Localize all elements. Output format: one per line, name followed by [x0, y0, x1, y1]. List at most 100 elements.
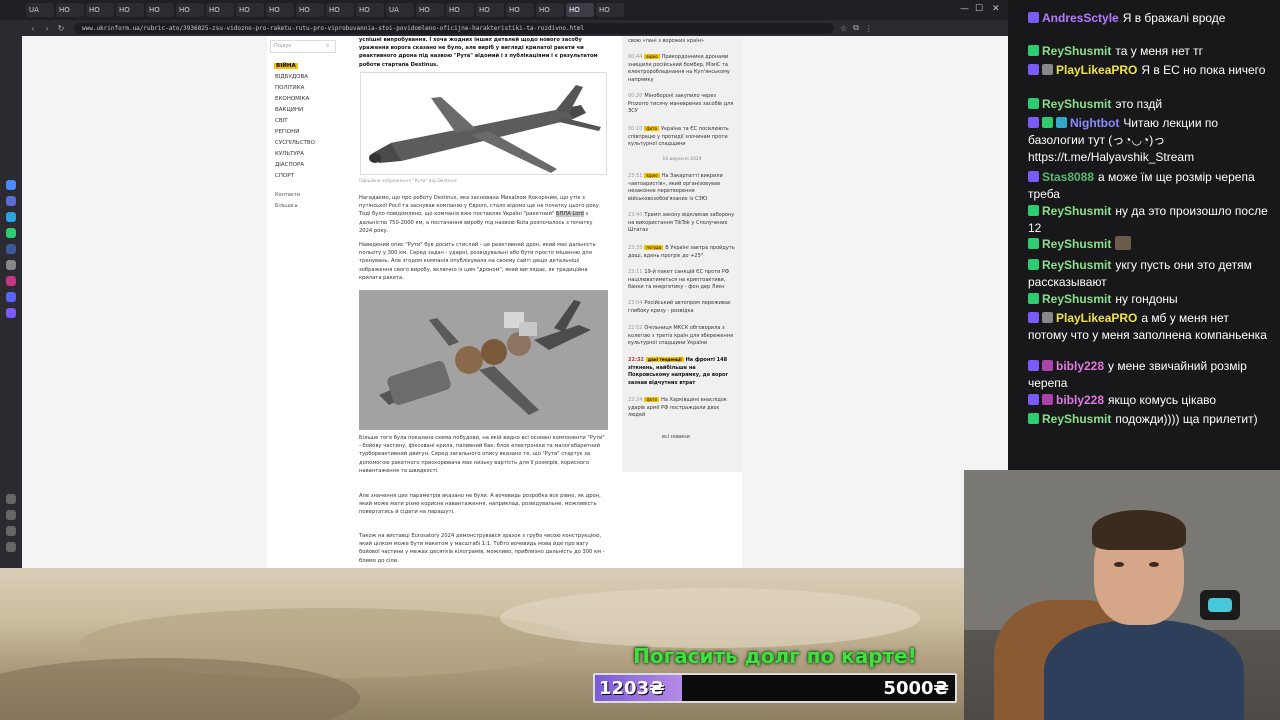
- browser-tab[interactable]: НО: [506, 3, 534, 17]
- feed-item[interactable]: 23:35 погода В Україні завтра пройдуть дощ…: [628, 244, 738, 260]
- missile-schematic-image[interactable]: [359, 290, 608, 430]
- telegram-icon[interactable]: [6, 212, 16, 222]
- chat-username[interactable]: PlayLikeaPRO: [1056, 63, 1137, 77]
- chat-message[interactable]: bibly228 у мене звичайний розмір черепа: [1028, 358, 1268, 392]
- forward-icon[interactable]: ›: [40, 24, 54, 33]
- browser-tab[interactable]: UA: [386, 3, 414, 17]
- feed-item[interactable]: 23:51 відео На Закарпатті викрили «автоари…: [628, 172, 738, 203]
- browser-tab[interactable]: НО: [326, 3, 354, 17]
- browser-tab[interactable]: НО: [296, 3, 324, 17]
- feed-item[interactable]: 23:04 Російський автопром переживає глибо…: [628, 300, 738, 315]
- feed-item[interactable]: 22:24 фото На Харківщині внаслідок ударів …: [628, 396, 738, 420]
- chat-username[interactable]: Nightbot: [1070, 116, 1119, 130]
- nav-item[interactable]: ДІАСПОРА: [275, 162, 304, 168]
- reload-icon[interactable]: ↻: [54, 24, 68, 33]
- nav-item[interactable]: ВІДБУДОВА: [275, 74, 308, 80]
- facebook-icon[interactable]: [6, 244, 16, 254]
- chat-username[interactable]: bibly228: [1056, 359, 1104, 373]
- chat-username[interactable]: PlayLikeaPRO: [1056, 311, 1137, 325]
- nav-item[interactable]: СВІТ: [275, 118, 288, 124]
- discord-icon[interactable]: [6, 292, 16, 302]
- browser-tab[interactable]: НО: [536, 3, 564, 17]
- browser-tab[interactable]: НО: [266, 3, 294, 17]
- feed-item[interactable]: свою «пані з ворожих країн»: [628, 38, 738, 46]
- chat-username[interactable]: ReyShusmit: [1042, 237, 1111, 251]
- browser-tab[interactable]: НО: [146, 3, 174, 17]
- chat-message[interactable]: ReyShusmit подожди)))) ща прилетит): [1028, 411, 1268, 428]
- chat-message[interactable]: bibly228 якщо комусь цікаво: [1028, 392, 1268, 409]
- nav-item[interactable]: СПОРТ: [275, 173, 294, 179]
- browser-tab[interactable]: НО: [596, 3, 624, 17]
- close-icon[interactable]: ✕: [992, 4, 1000, 14]
- browser-tab[interactable]: НО: [566, 3, 594, 17]
- chat-username[interactable]: ReyShusmit: [1042, 97, 1111, 111]
- maximize-icon[interactable]: ☐: [975, 4, 983, 14]
- nav-item[interactable]: ЕКОНОМІКА: [275, 96, 309, 102]
- feed-item[interactable]: 23:11 19-й пакет санкцій ЄС проти РФ наці…: [628, 269, 738, 292]
- feed-item[interactable]: 23:40 Трамп закону відкликав заборону на …: [628, 212, 738, 235]
- browser-tab[interactable]: НО: [476, 3, 504, 17]
- chat-message[interactable]: AndresSctyle Я в бражалі вроде: [1028, 10, 1268, 27]
- chat-message[interactable]: ReyShusmit та у меня нет тг: [1028, 43, 1268, 60]
- url-field[interactable]: www.ukrinform.ua/rubric-ato/3936825-zsu-…: [74, 22, 834, 34]
- browser-tab[interactable]: UA: [26, 3, 54, 17]
- nav-item[interactable]: СУСПІЛЬСТВО: [275, 140, 315, 146]
- feed-item[interactable]: 00:44 відео Прикордонники дронами знищили …: [628, 53, 738, 84]
- chat-message[interactable]: Stas8088 а може їм ще розмір черепа треба: [1028, 169, 1268, 203]
- nav-item[interactable]: ПОЛІТИКА: [275, 85, 304, 91]
- x-icon[interactable]: [6, 260, 16, 270]
- whatsapp-icon[interactable]: [6, 228, 16, 238]
- history-icon[interactable]: [6, 510, 16, 520]
- minimize-icon[interactable]: —: [960, 4, 969, 14]
- settings-icon[interactable]: [6, 494, 16, 504]
- browser-tab[interactable]: НО: [416, 3, 444, 17]
- missile-image[interactable]: [360, 72, 607, 175]
- chat-username[interactable]: ReyShusmit: [1042, 44, 1111, 58]
- nav-item[interactable]: КУЛЬТУРА: [275, 151, 304, 157]
- back-icon[interactable]: ‹: [26, 24, 40, 33]
- bookmark-icon[interactable]: ☆: [840, 24, 847, 33]
- highlighted-text[interactable]: БПЛА Lord: [555, 211, 584, 218]
- downloads-icon[interactable]: [6, 526, 16, 536]
- chat-message[interactable]: PlayLikeaPRO Я в ЕС но пока ничего: [1028, 62, 1268, 79]
- browser-tab[interactable]: НО: [236, 3, 264, 17]
- chat-username[interactable]: ReyShusmit: [1042, 292, 1111, 306]
- nav-item[interactable]: РЕГІОНИ: [275, 129, 299, 135]
- browser-tab[interactable]: НО: [446, 3, 474, 17]
- nav-item[interactable]: ВІЙНА: [274, 63, 298, 69]
- browser-tab[interactable]: НО: [176, 3, 204, 17]
- all-news-link[interactable]: всі новини: [662, 434, 690, 440]
- more-icon[interactable]: [6, 542, 16, 552]
- nav-item[interactable]: ВАКЦИНИ: [275, 107, 303, 113]
- chat-message[interactable]: PlayLikeaPRO а мб у меня нет потому что у…: [1028, 310, 1268, 344]
- browser-tab[interactable]: НО: [356, 3, 384, 17]
- chat-username[interactable]: bibly228: [1056, 393, 1104, 407]
- instagram-icon[interactable]: [6, 276, 16, 286]
- chat-message[interactable]: ReyShusmit укгу пусть они это детям расск…: [1028, 257, 1268, 291]
- menu-icon[interactable]: ⋮: [865, 24, 873, 33]
- chat-username[interactable]: ReyShusmit: [1042, 204, 1111, 218]
- app-icon[interactable]: [6, 308, 16, 318]
- nav-small-link[interactable]: Більше ▸: [275, 203, 298, 209]
- browser-tab[interactable]: НО: [116, 3, 144, 17]
- chat-message[interactable]: ReyShusmit: [1028, 236, 1268, 253]
- extensions-icon[interactable]: ⧉: [853, 23, 859, 33]
- feed-item[interactable]: 00:20 Мінобороні закупило через Prozorro …: [628, 93, 738, 116]
- browser-tab[interactable]: НО: [206, 3, 234, 17]
- browser-tab[interactable]: НО: [56, 3, 84, 17]
- nav-small-link[interactable]: Контакти: [275, 192, 300, 198]
- messenger-icon[interactable]: [6, 180, 16, 190]
- vk-icon[interactable]: [6, 196, 16, 206]
- browser-tab[interactable]: НО: [86, 3, 114, 17]
- search-icon[interactable]: ⌕: [326, 42, 329, 50]
- feed-item[interactable]: 22:32 дані тенденції На фронті 148 зіткнен…: [628, 356, 738, 387]
- feed-item[interactable]: 00:10 фото Україна та ЄС посилюють співпра…: [628, 125, 738, 149]
- chat-username[interactable]: Stas8088: [1042, 170, 1094, 184]
- chat-message[interactable]: ReyShusmit это пздй: [1028, 96, 1268, 113]
- chat-username[interactable]: ReyShusmit: [1042, 258, 1111, 272]
- chat-message[interactable]: Nightbot Читаю лекции по базологии тут (っ…: [1028, 115, 1268, 166]
- chat-message[interactable]: ReyShusmit ну гондоны: [1028, 291, 1268, 308]
- feed-item[interactable]: 22:52 Очільниця МКСК обговорила з колегою…: [628, 325, 738, 348]
- chat-message[interactable]: ReyShusmit ну да это произошло после 12: [1028, 203, 1268, 237]
- chat-username[interactable]: ReyShusmit: [1042, 412, 1111, 426]
